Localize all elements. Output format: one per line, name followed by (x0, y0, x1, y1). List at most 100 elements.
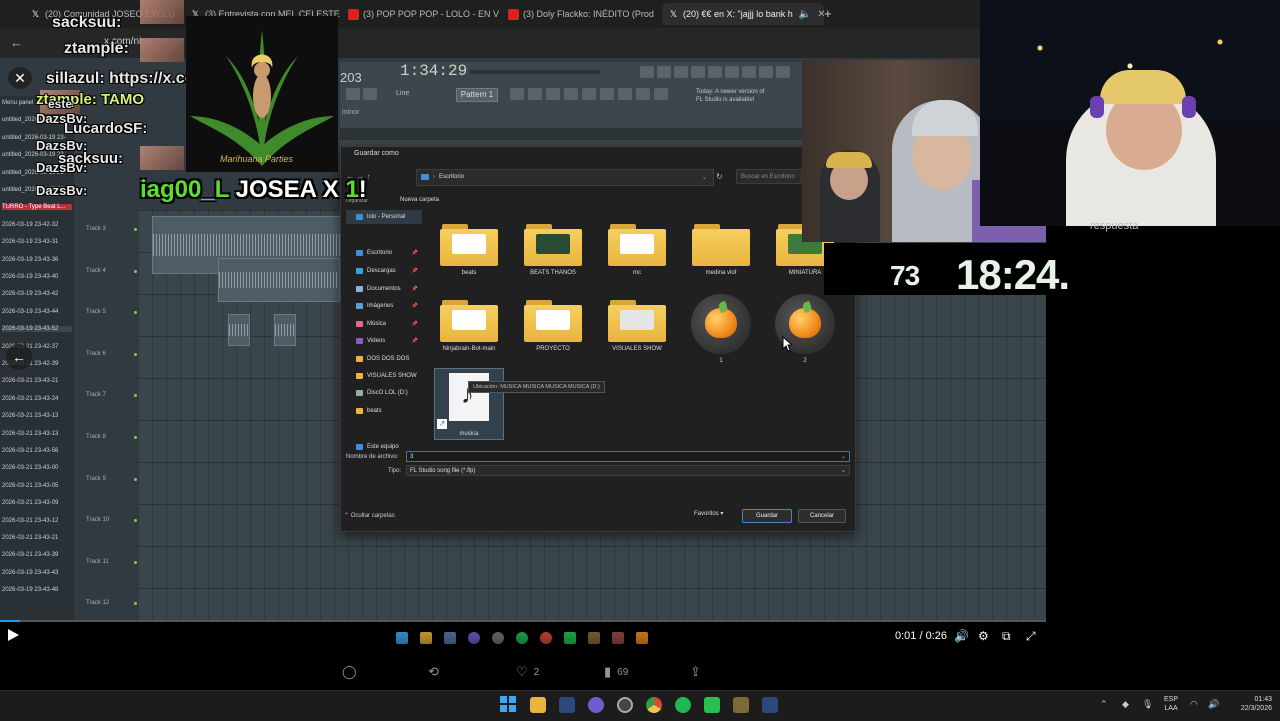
nav-item[interactable]: Escritorio 📌 (346, 246, 422, 260)
microphone-icon[interactable] (674, 66, 688, 78)
fl-update-notice[interactable]: Today: A newer version of FL Studio is a… (696, 88, 766, 104)
windows-start-icon[interactable] (500, 696, 516, 712)
fl-snap-mode[interactable]: Line (396, 90, 409, 97)
touch-icon[interactable] (618, 88, 632, 100)
fl-browser-item[interactable]: 2026-03-19 23-43-31 (2, 239, 58, 245)
steam-icon[interactable] (559, 697, 575, 713)
fl-browser-item[interactable]: 2026-03-19 23-43-48 (2, 587, 58, 593)
volume-icon[interactable]: 🔊 (1208, 699, 1219, 710)
breadcrumb-segment[interactable]: Escritorio (439, 174, 464, 180)
nav-item[interactable]: beats (346, 404, 422, 418)
record-icon[interactable] (640, 66, 654, 78)
nav-item[interactable]: Música 📌 (346, 317, 422, 331)
audio-clip[interactable] (218, 258, 340, 302)
help-icon[interactable] (708, 66, 722, 78)
nav-item[interactable]: Videos 📌 (346, 334, 422, 348)
stamp-icon[interactable] (363, 88, 377, 100)
track-mute-led[interactable] (134, 560, 137, 564)
hide-folders-toggle[interactable]: ⌃ Ocultar carpetas (344, 512, 395, 519)
dialog-breadcrumb[interactable]: › Escritorio ⌄ (416, 169, 714, 186)
chevron-down-icon[interactable]: ⌄ (841, 452, 846, 462)
file-item-musica[interactable]: ♪ ↗ musica (434, 368, 504, 440)
spotify-icon[interactable] (675, 697, 691, 713)
track-mute-led[interactable] (134, 269, 137, 273)
link-icon[interactable] (346, 88, 360, 100)
new-folder-button[interactable]: Nueva carpeta (400, 197, 439, 203)
volume-icon[interactable]: 🔊 (954, 629, 969, 643)
channel-icon[interactable] (564, 88, 578, 100)
audio-clip[interactable] (228, 314, 250, 346)
language-indicator[interactable]: ESP LAA (1164, 695, 1178, 713)
fl-browser-item[interactable]: 2026-03-19 23-43-36 (2, 257, 58, 263)
fl-browser-item[interactable]: 2026-03-19 23-42-32 (2, 222, 58, 228)
minecraft-icon[interactable] (733, 697, 749, 713)
track-label[interactable]: Track 7 (86, 392, 106, 398)
obs-icon[interactable] (617, 697, 633, 713)
fl-browser-item[interactable]: 2026-03-19 23-43-42 (2, 291, 58, 297)
close-tab-icon[interactable]: ✕ (817, 9, 824, 20)
discord-icon[interactable] (588, 697, 604, 713)
mute-icon[interactable]: 🔈 (799, 9, 811, 20)
close-icon[interactable]: ✕ (8, 67, 32, 89)
fl-ruler[interactable] (340, 128, 802, 140)
chrome-icon[interactable] (646, 697, 662, 713)
track-label[interactable]: Track 9 (86, 476, 106, 482)
track-label[interactable]: Track 4 (86, 268, 106, 274)
chevron-down-icon[interactable]: ⌄ (841, 466, 846, 476)
file-item[interactable]: beats (434, 224, 504, 276)
nav-item[interactable]: lolo - Personal (346, 210, 422, 224)
fl-browser-item[interactable]: 2026-03-19 23-43-43 (2, 570, 58, 576)
settings-icon[interactable]: ⚙ (978, 629, 989, 643)
dialog-search-input[interactable]: Buscar en Escritorio (736, 169, 802, 184)
file-item[interactable]: medina vlof (686, 224, 756, 276)
wifi-icon[interactable]: ◠ (1190, 699, 1198, 710)
browser-tab-active[interactable]: 𝕏 (20) €€ en X: "jajjj lo bank h 🔈 ✕ (662, 3, 824, 25)
track-label[interactable]: Track 10 (86, 517, 109, 523)
views-button[interactable]: ▮ 69 (604, 664, 628, 680)
nav-item[interactable]: Documentos 📌 (346, 282, 422, 296)
track-label[interactable]: Track 8 (86, 434, 106, 440)
filetype-select[interactable]: FL Studio song file (*.flp) ⌄ (406, 465, 850, 476)
track-label[interactable]: Track 11 (86, 559, 109, 565)
share-button[interactable]: ⇪ (690, 664, 701, 680)
piano-icon[interactable] (725, 66, 739, 78)
fl-browser-item[interactable]: 2026-03-21 23-43-05 (2, 483, 58, 489)
file-item[interactable]: 2 (770, 294, 840, 364)
like-button[interactable]: ♡ 2 (516, 664, 539, 680)
download-icon[interactable] (691, 66, 705, 78)
track-mute-led[interactable] (134, 352, 137, 356)
track-mute-led[interactable] (134, 436, 137, 439)
fl-browser-item[interactable]: 2026-03-21 23-43-21 (2, 535, 58, 541)
file-explorer-icon[interactable] (530, 697, 546, 713)
fl-pattern-selector[interactable]: Pattern 1 (456, 88, 498, 102)
fl-browser-item[interactable]: 2026-03-19 23-43-40 (2, 274, 58, 280)
fl-browser-item[interactable]: 2026-03-21 23-43-21 (2, 378, 58, 384)
filename-input[interactable]: 3 ⌄ (406, 451, 850, 462)
channel-rack-icon[interactable] (776, 66, 790, 78)
fl-browser-item[interactable]: 2026-03-21 23-43-12 (2, 518, 58, 524)
nav-item[interactable]: VISUALES SHOW (346, 369, 422, 383)
track-mute-led[interactable] (134, 228, 137, 231)
track-label[interactable]: Track 6 (86, 351, 106, 357)
fl-browser-item[interactable]: 2026-03-21 23-43-13 (2, 413, 58, 419)
fl-browser-item[interactable]: 2026-03-21 23-43-39 (2, 552, 58, 558)
fullscreen-icon[interactable]: ⤢ (1026, 629, 1036, 644)
mixer-icon[interactable] (742, 66, 756, 78)
cancel-button[interactable]: Cancelar (798, 509, 846, 523)
record-icon[interactable] (636, 88, 650, 100)
network-icon[interactable]: ◆ (1122, 699, 1129, 710)
fl-browser-item[interactable]: 2026-03-19 23-43-44 (2, 309, 58, 315)
chevron-down-icon[interactable]: ⌄ (702, 174, 707, 181)
play-icon[interactable] (8, 629, 19, 641)
track-mute-led[interactable] (134, 477, 137, 481)
steam-icon[interactable] (762, 697, 778, 713)
chat-icon[interactable] (759, 66, 773, 78)
nav-item[interactable]: Descargas 📌 (346, 264, 422, 278)
fl-browser-item[interactable]: 2026-03-21 23-43-00 (2, 465, 58, 471)
system-clock[interactable]: 01:43 22/3/2026 (1228, 695, 1272, 713)
arrow-left-icon[interactable]: ← (6, 344, 32, 370)
capcut-icon[interactable] (704, 697, 720, 713)
playlist-icon[interactable] (510, 88, 524, 100)
nav-item[interactable]: Imágenes 📌 (346, 299, 422, 313)
file-item[interactable]: mc (602, 224, 672, 276)
